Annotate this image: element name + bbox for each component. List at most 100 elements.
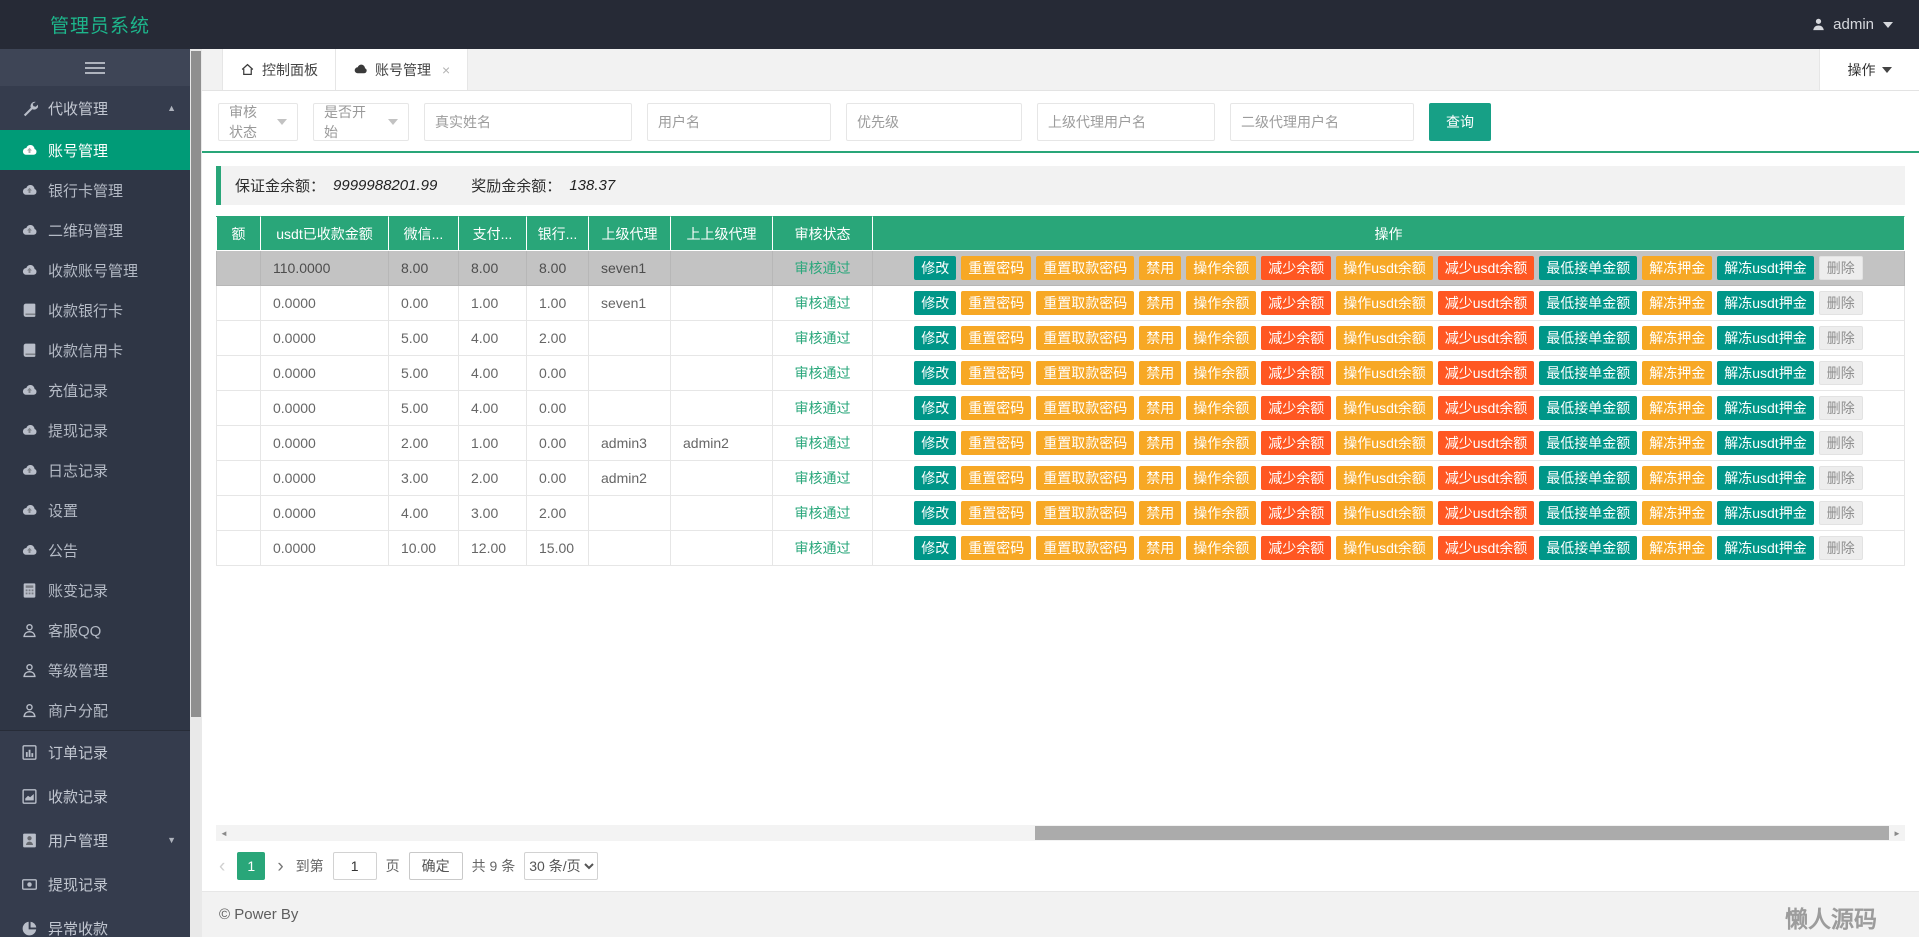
filter-select[interactable]: 是否开始 — [313, 103, 409, 141]
action-button[interactable]: 操作余额 — [1186, 361, 1256, 385]
prev-page-button[interactable]: ‹ — [216, 857, 228, 876]
action-button[interactable]: 重置密码 — [961, 466, 1031, 490]
action-button[interactable]: 减少usdt余额 — [1438, 466, 1534, 490]
action-button[interactable]: 禁用 — [1139, 431, 1181, 455]
filter-input[interactable] — [1230, 103, 1414, 141]
status-badge[interactable]: 审核通过 — [795, 365, 851, 381]
goto-page-input[interactable] — [333, 852, 377, 880]
page-size-select[interactable]: 30 条/页 — [524, 852, 598, 880]
action-button[interactable]: 禁用 — [1139, 396, 1181, 420]
sidebar-scrollbar-thumb[interactable] — [191, 51, 201, 717]
action-button[interactable]: 解冻押金 — [1642, 396, 1712, 420]
action-button[interactable]: 操作usdt余额 — [1336, 326, 1432, 350]
actions-dropdown[interactable]: 操作 — [1819, 49, 1919, 90]
action-button[interactable]: 操作余额 — [1186, 291, 1256, 315]
action-button[interactable]: 减少余额 — [1261, 361, 1331, 385]
action-button[interactable]: 最低接单金额 — [1539, 466, 1637, 490]
sidebar-item-user-icon[interactable]: 客服QQ — [0, 610, 190, 650]
action-button[interactable]: 重置取款密码 — [1036, 536, 1134, 560]
action-button[interactable]: 删除 — [1819, 396, 1863, 420]
table-row[interactable]: 0.00004.003.002.00审核通过修改重置密码重置取款密码禁用操作余额… — [217, 496, 1905, 531]
action-button[interactable]: 修改 — [914, 396, 956, 420]
status-badge[interactable]: 审核通过 — [795, 540, 851, 556]
sidebar-item-area-chart-icon[interactable]: 收款记录 — [0, 774, 190, 818]
action-button[interactable]: 删除 — [1819, 256, 1863, 280]
action-button[interactable]: 重置密码 — [961, 396, 1031, 420]
action-button[interactable]: 修改 — [914, 326, 956, 350]
action-button[interactable]: 重置取款密码 — [1036, 431, 1134, 455]
filter-input[interactable] — [1037, 103, 1215, 141]
action-button[interactable]: 减少usdt余额 — [1438, 361, 1534, 385]
action-button[interactable]: 减少余额 — [1261, 431, 1331, 455]
action-button[interactable]: 修改 — [914, 431, 956, 455]
action-button[interactable]: 删除 — [1819, 501, 1863, 525]
status-badge[interactable]: 审核通过 — [795, 260, 851, 276]
action-button[interactable]: 减少usdt余额 — [1438, 396, 1534, 420]
action-button[interactable]: 修改 — [914, 256, 956, 280]
filter-input[interactable] — [424, 103, 632, 141]
action-button[interactable]: 解冻usdt押金 — [1717, 361, 1813, 385]
tab-item[interactable]: 控制面板 — [222, 49, 336, 90]
status-badge[interactable]: 审核通过 — [795, 505, 851, 521]
table-row[interactable]: 0.000010.0012.0015.00审核通过修改重置密码重置取款密码禁用操… — [217, 531, 1905, 566]
action-button[interactable]: 操作usdt余额 — [1336, 396, 1432, 420]
sidebar-item-wrench-icon[interactable]: 代收管理▲ — [0, 86, 190, 130]
action-button[interactable]: 解冻押金 — [1642, 361, 1712, 385]
action-button[interactable]: 操作余额 — [1186, 536, 1256, 560]
action-button[interactable]: 操作余额 — [1186, 431, 1256, 455]
action-button[interactable]: 减少余额 — [1261, 256, 1331, 280]
sidebar-item-cloud-upload-icon[interactable]: 银行卡管理 — [0, 170, 190, 210]
status-badge[interactable]: 审核通过 — [795, 295, 851, 311]
sidebar-item-calculator-icon[interactable]: 账变记录 — [0, 570, 190, 610]
table-row[interactable]: 0.00005.004.002.00审核通过修改重置密码重置取款密码禁用操作余额… — [217, 321, 1905, 356]
action-button[interactable]: 减少usdt余额 — [1438, 326, 1534, 350]
action-button[interactable]: 操作usdt余额 — [1336, 536, 1432, 560]
action-button[interactable]: 重置密码 — [961, 431, 1031, 455]
action-button[interactable]: 最低接单金额 — [1539, 536, 1637, 560]
page-number-button[interactable]: 1 — [237, 852, 265, 880]
action-button[interactable]: 解冻押金 — [1642, 431, 1712, 455]
action-button[interactable]: 解冻usdt押金 — [1717, 396, 1813, 420]
action-button[interactable]: 最低接单金额 — [1539, 291, 1637, 315]
action-button[interactable]: 重置密码 — [961, 536, 1031, 560]
status-badge[interactable]: 审核通过 — [795, 470, 851, 486]
action-button[interactable]: 操作余额 — [1186, 256, 1256, 280]
action-button[interactable]: 解冻usdt押金 — [1717, 431, 1813, 455]
action-button[interactable]: 重置取款密码 — [1036, 361, 1134, 385]
action-button[interactable]: 修改 — [914, 291, 956, 315]
action-button[interactable]: 删除 — [1819, 291, 1863, 315]
action-button[interactable]: 减少usdt余额 — [1438, 431, 1534, 455]
table-row[interactable]: 0.00005.004.000.00审核通过修改重置密码重置取款密码禁用操作余额… — [217, 391, 1905, 426]
action-button[interactable]: 解冻押金 — [1642, 536, 1712, 560]
action-button[interactable]: 减少余额 — [1261, 291, 1331, 315]
action-button[interactable]: 最低接单金额 — [1539, 501, 1637, 525]
action-button[interactable]: 删除 — [1819, 466, 1863, 490]
action-button[interactable]: 操作usdt余额 — [1336, 466, 1432, 490]
horizontal-scrollbar[interactable]: ◄ ► — [216, 825, 1905, 841]
action-button[interactable]: 重置密码 — [961, 361, 1031, 385]
action-button[interactable]: 解冻押金 — [1642, 256, 1712, 280]
table-row[interactable]: 0.00005.004.000.00审核通过修改重置密码重置取款密码禁用操作余额… — [217, 356, 1905, 391]
action-button[interactable]: 重置取款密码 — [1036, 501, 1134, 525]
hamburger-menu-icon[interactable] — [0, 49, 190, 86]
sidebar-item-cloud-upload-icon[interactable]: 收款账号管理 — [0, 250, 190, 290]
sidebar-item-user-icon[interactable]: 商户分配 — [0, 690, 190, 730]
action-button[interactable]: 解冻押金 — [1642, 501, 1712, 525]
action-button[interactable]: 操作usdt余额 — [1336, 501, 1432, 525]
action-button[interactable]: 最低接单金额 — [1539, 326, 1637, 350]
action-button[interactable]: 解冻usdt押金 — [1717, 326, 1813, 350]
action-button[interactable]: 操作usdt余额 — [1336, 431, 1432, 455]
action-button[interactable]: 操作usdt余额 — [1336, 361, 1432, 385]
filter-input[interactable] — [647, 103, 831, 141]
table-row[interactable]: 0.00000.001.001.00seven1审核通过修改重置密码重置取款密码… — [217, 286, 1905, 321]
sidebar-item-cloud-upload-icon[interactable]: 公告 — [0, 530, 190, 570]
scroll-left-arrow-icon[interactable]: ◄ — [216, 825, 232, 841]
action-button[interactable]: 重置取款密码 — [1036, 326, 1134, 350]
action-button[interactable]: 减少余额 — [1261, 466, 1331, 490]
action-button[interactable]: 操作余额 — [1186, 396, 1256, 420]
action-button[interactable]: 修改 — [914, 501, 956, 525]
action-button[interactable]: 操作余额 — [1186, 501, 1256, 525]
action-button[interactable]: 禁用 — [1139, 291, 1181, 315]
action-button[interactable]: 禁用 — [1139, 326, 1181, 350]
action-button[interactable]: 重置密码 — [961, 291, 1031, 315]
